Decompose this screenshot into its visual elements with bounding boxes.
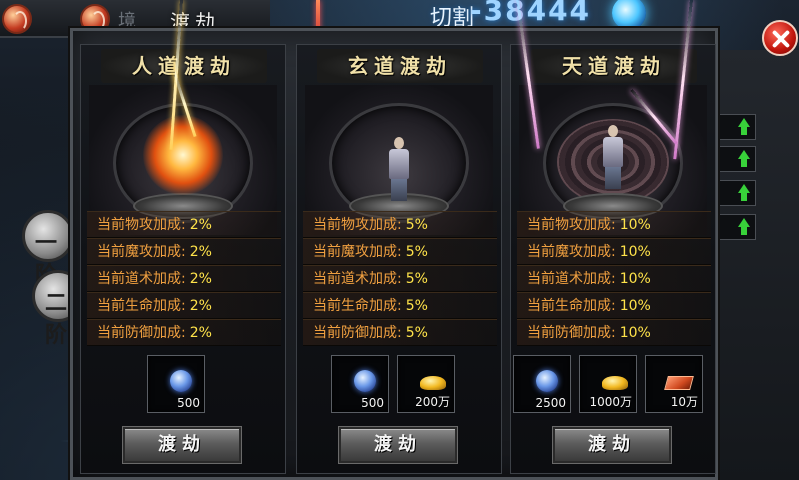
stat-row: 当前防御加成: 2% xyxy=(87,319,281,346)
stat-value: 2% xyxy=(189,217,212,233)
stat-label: 当前道术加成: xyxy=(527,271,616,287)
stat-row: 当前物攻加成: 10% xyxy=(517,211,711,238)
spirit-orb-icon xyxy=(536,370,558,392)
figure-head xyxy=(608,125,618,137)
stat-label: 当前物攻加成: xyxy=(97,217,186,233)
stat-row: 当前魔攻加成: 2% xyxy=(87,238,281,265)
stat-label: 当前防御加成: xyxy=(527,325,616,341)
up-arrow-icon xyxy=(737,184,751,202)
cost-row: 2500 1000万 10万 xyxy=(511,355,717,415)
stat-label: 当前道术加成: xyxy=(97,271,186,287)
cost-slot[interactable]: 200万 xyxy=(397,355,455,413)
tribulation-button-heaven[interactable]: 渡劫 xyxy=(553,427,671,463)
stat-label: 当前防御加成: xyxy=(313,325,402,341)
lightning-burst-icon xyxy=(143,115,223,195)
up-arrow-icon xyxy=(737,150,751,168)
stat-row: 当前道术加成: 2% xyxy=(87,265,281,292)
stat-row: 当前物攻加成: 5% xyxy=(303,211,497,238)
stat-label: 当前生命加成: xyxy=(313,298,402,314)
cost-slot[interactable]: 500 xyxy=(147,355,205,413)
stat-label: 当前物攻加成: xyxy=(313,217,402,233)
stat-row: 当前物攻加成: 2% xyxy=(87,211,281,238)
human-tribulation-column: 人道渡劫 当前物攻加成: 2% 当前魔攻加成: 2% 当前道术加成: 2% 当前生命加… xyxy=(80,44,286,474)
column-title: 人道渡劫 xyxy=(101,49,267,83)
spirit-orb-icon xyxy=(354,370,376,392)
taichi-emblem-icon xyxy=(2,4,32,34)
cost-count: 200万 xyxy=(415,395,450,409)
gold-ingot-icon xyxy=(420,376,446,390)
red-brick-icon xyxy=(664,376,694,390)
figure-head xyxy=(394,137,404,149)
stat-row: 当前生命加成: 5% xyxy=(303,292,497,319)
column-title: 玄道渡劫 xyxy=(317,49,483,83)
stat-value: 10% xyxy=(619,217,651,233)
stat-list: 当前物攻加成: 2% 当前魔攻加成: 2% 当前道术加成: 2% 当前生命加成: 2% … xyxy=(87,211,281,346)
cost-slot[interactable]: 2500 xyxy=(513,355,571,413)
cost-count: 10万 xyxy=(670,395,698,409)
gold-ingot-icon xyxy=(602,376,628,390)
stat-row: 当前生命加成: 10% xyxy=(517,292,711,319)
stat-label: 当前生命加成: xyxy=(97,298,186,314)
stat-value: 5% xyxy=(405,244,428,260)
stat-row: 当前魔攻加成: 5% xyxy=(303,238,497,265)
stat-value: 10% xyxy=(619,244,651,260)
spirit-orb-icon xyxy=(170,370,192,392)
cost-slot[interactable]: 500 xyxy=(331,355,389,413)
cost-row: 500 xyxy=(81,355,287,415)
stat-row: 当前防御加成: 5% xyxy=(303,319,497,346)
stat-value: 5% xyxy=(405,325,428,341)
cost-slot[interactable]: 10万 xyxy=(645,355,703,413)
heaven-tribulation-column: 天道渡劫 当前物攻加成: 10% 当前魔攻加成: 10% 当前道术加成: 10% 当前… xyxy=(510,44,716,474)
mystic-tribulation-column: 玄道渡劫 当前物攻加成: 5% 当前魔攻加成: 5% 当前道术加成: 5% 当前生命加… xyxy=(296,44,502,474)
figure-body xyxy=(603,137,623,167)
cost-count: 2500 xyxy=(535,396,566,410)
stat-value: 10% xyxy=(619,298,651,314)
character-figure xyxy=(387,137,411,201)
stat-value: 2% xyxy=(189,298,212,314)
stat-value: 10% xyxy=(619,271,651,287)
tribulation-button-human[interactable]: 渡劫 xyxy=(123,427,241,463)
stat-label: 当前防御加成: xyxy=(97,325,186,341)
cost-row: 500 200万 xyxy=(297,355,503,415)
stat-label: 当前道术加成: xyxy=(313,271,402,287)
stat-value: 5% xyxy=(405,298,428,314)
damage-number: -38444 xyxy=(470,0,592,27)
stat-value: 2% xyxy=(189,244,212,260)
stat-value: 5% xyxy=(405,217,428,233)
stat-value: 2% xyxy=(189,271,212,287)
stat-label: 当前魔攻加成: xyxy=(313,244,402,260)
character-figure xyxy=(601,125,625,189)
figure-legs xyxy=(605,167,621,189)
cost-count: 500 xyxy=(361,396,384,410)
stat-row: 当前魔攻加成: 10% xyxy=(517,238,711,265)
up-arrow-icon xyxy=(737,118,751,136)
stat-list: 当前物攻加成: 10% 当前魔攻加成: 10% 当前道术加成: 10% 当前生命加成:… xyxy=(517,211,711,346)
cost-slot[interactable]: 1000万 xyxy=(579,355,637,413)
stat-label: 当前魔攻加成: xyxy=(527,244,616,260)
stat-row: 当前防御加成: 10% xyxy=(517,319,711,346)
cost-count: 500 xyxy=(177,396,200,410)
stat-row: 当前道术加成: 5% xyxy=(303,265,497,292)
stat-value: 10% xyxy=(619,325,651,341)
stat-row: 当前生命加成: 2% xyxy=(87,292,281,319)
stage-1-button[interactable]: 一阶 xyxy=(22,210,74,288)
stat-list: 当前物攻加成: 5% 当前魔攻加成: 5% 当前道术加成: 5% 当前生命加成: 5% … xyxy=(303,211,497,346)
stat-value: 5% xyxy=(405,271,428,287)
figure-body xyxy=(389,149,409,179)
stat-value: 2% xyxy=(189,325,212,341)
cost-count: 1000万 xyxy=(589,395,632,409)
stat-label: 当前生命加成: xyxy=(527,298,616,314)
up-arrow-icon xyxy=(737,218,751,236)
stat-label: 当前魔攻加成: xyxy=(97,244,186,260)
column-title: 天道渡劫 xyxy=(531,49,697,83)
stat-label: 当前物攻加成: xyxy=(527,217,616,233)
stat-row: 当前道术加成: 10% xyxy=(517,265,711,292)
figure-legs xyxy=(391,179,407,201)
tribulation-button-mystic[interactable]: 渡劫 xyxy=(339,427,457,463)
close-button[interactable] xyxy=(762,20,798,56)
